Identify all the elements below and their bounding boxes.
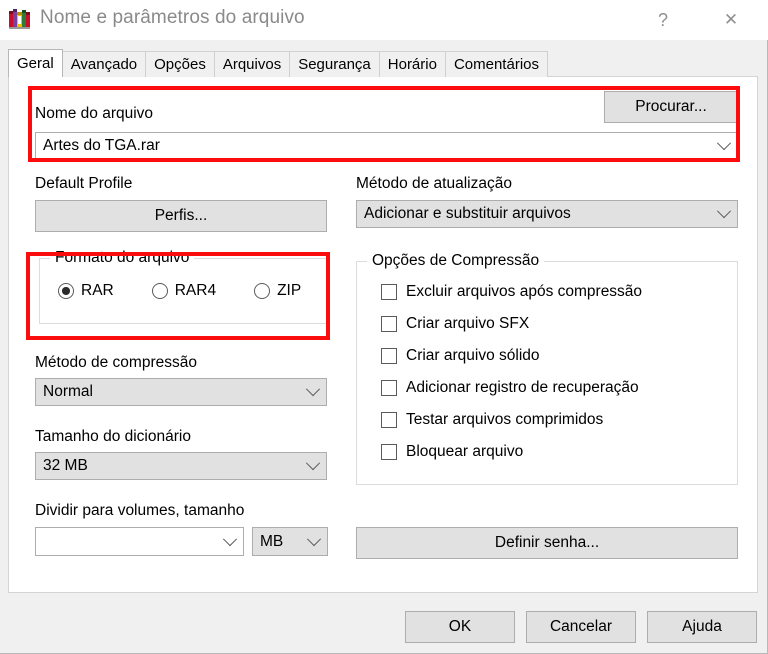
check-mark (381, 284, 397, 300)
archive-format-group-title: Formato do arquivo (50, 249, 195, 267)
check-mark (381, 380, 397, 396)
winrar-books-icon (8, 7, 32, 31)
profiles-button[interactable]: Perfis... (35, 200, 327, 232)
checkbox-label: Bloquear arquivo (406, 443, 524, 460)
checkbox-test-archived-files[interactable]: Testar arquivos comprimidos (381, 411, 603, 429)
archive-name-value: Artes do TGA.rar (43, 136, 160, 154)
archive-name-label: Nome do arquivo (35, 105, 154, 122)
checkbox-label: Excluir arquivos após compressão (406, 283, 643, 300)
tab-page-geral: Nome do arquivo Procurar... Artes do TGA… (8, 76, 758, 593)
chevron-down-icon (217, 531, 243, 547)
split-volumes-unit-value: MB (260, 532, 284, 550)
check-mark (381, 412, 397, 428)
radio-format-rar[interactable]: RAR (58, 282, 114, 300)
help-button-footer[interactable]: Ajuda (647, 611, 757, 643)
radio-mark-rar (58, 283, 74, 299)
tab-horario[interactable]: Horário (378, 51, 446, 77)
tab-seguranca[interactable]: Segurança (289, 51, 380, 77)
tab-geral[interactable]: Geral (8, 49, 63, 77)
window-title: Nome e parâmetros do arquivo (40, 7, 305, 28)
update-method-label: Método de atualização (356, 175, 512, 192)
split-volumes-combo[interactable] (35, 527, 244, 556)
close-icon[interactable]: ✕ (708, 0, 754, 40)
radio-format-rar4[interactable]: RAR4 (151, 282, 217, 300)
checkbox-label: Adicionar registro de recuperação (406, 379, 639, 396)
compression-method-label: Método de compressão (35, 354, 197, 371)
help-button[interactable]: ? (640, 0, 686, 40)
checkbox-label: Testar arquivos comprimidos (406, 411, 604, 428)
update-method-combo[interactable]: Adicionar e substituir arquivos (356, 200, 738, 228)
radio-mark-rar4 (151, 283, 168, 299)
title-bar: Nome e parâmetros do arquivo ? ✕ (0, 0, 768, 40)
chevron-down-icon (300, 456, 326, 471)
compression-method-combo[interactable]: Normal (35, 378, 327, 406)
checkbox-label: Criar arquivo SFX (406, 315, 530, 332)
check-mark (381, 316, 397, 332)
checkbox-delete-after-compression[interactable]: Excluir arquivos após compressão (381, 283, 642, 301)
tab-avancado[interactable]: Avançado (61, 51, 147, 77)
chevron-down-icon (300, 382, 326, 397)
tab-comentarios[interactable]: Comentários (444, 51, 548, 77)
radio-format-zip[interactable]: ZIP (254, 282, 301, 300)
radio-label-rar: RAR (81, 282, 114, 299)
check-mark (381, 444, 397, 460)
split-volumes-unit-combo[interactable]: MB (252, 527, 328, 556)
chevron-down-icon (711, 135, 737, 151)
dictionary-size-value: 32 MB (43, 457, 88, 474)
check-mark (381, 348, 397, 364)
archive-format-radio-group: RAR RAR4 ZIP (58, 282, 301, 300)
ok-button[interactable]: OK (405, 611, 515, 643)
compression-options-group: Opções de Compressão Excluir arquivos ap… (356, 252, 738, 485)
tab-opcoes[interactable]: Opções (145, 51, 215, 77)
chevron-down-icon (301, 531, 327, 547)
compression-options-group-title: Opções de Compressão (367, 252, 545, 270)
set-password-button[interactable]: Definir senha... (356, 527, 738, 559)
checkbox-label: Criar arquivo sólido (406, 347, 540, 364)
dictionary-size-combo[interactable]: 32 MB (35, 452, 327, 480)
cancel-button[interactable]: Cancelar (526, 611, 636, 643)
split-volumes-label: Dividir para volumes, tamanho (35, 502, 245, 519)
compression-method-value: Normal (43, 383, 93, 400)
tab-arquivos[interactable]: Arquivos (213, 51, 291, 77)
radio-label-zip: ZIP (277, 282, 302, 299)
tab-strip: Geral Avançado Opções Arquivos Segurança… (8, 49, 548, 77)
archive-name-combo[interactable]: Artes do TGA.rar (35, 132, 738, 159)
checkbox-lock-archive[interactable]: Bloquear arquivo (381, 443, 523, 461)
checkbox-create-solid[interactable]: Criar arquivo sólido (381, 347, 540, 365)
archive-name-and-parameters-dialog: Nome e parâmetros do arquivo ? ✕ Geral A… (0, 0, 768, 654)
dictionary-size-label: Tamanho do dicionário (35, 428, 191, 445)
radio-label-rar4: RAR4 (174, 282, 217, 299)
chevron-down-icon (711, 204, 737, 219)
browse-button[interactable]: Procurar... (604, 91, 738, 123)
checkbox-add-recovery-record[interactable]: Adicionar registro de recuperação (381, 379, 639, 397)
default-profile-label: Default Profile (35, 175, 133, 192)
checkbox-create-sfx[interactable]: Criar arquivo SFX (381, 315, 529, 333)
update-method-value: Adicionar e substituir arquivos (364, 205, 571, 222)
radio-mark-zip (254, 283, 271, 299)
archive-format-group: Formato do arquivo RAR RAR4 ZIP (39, 249, 327, 324)
